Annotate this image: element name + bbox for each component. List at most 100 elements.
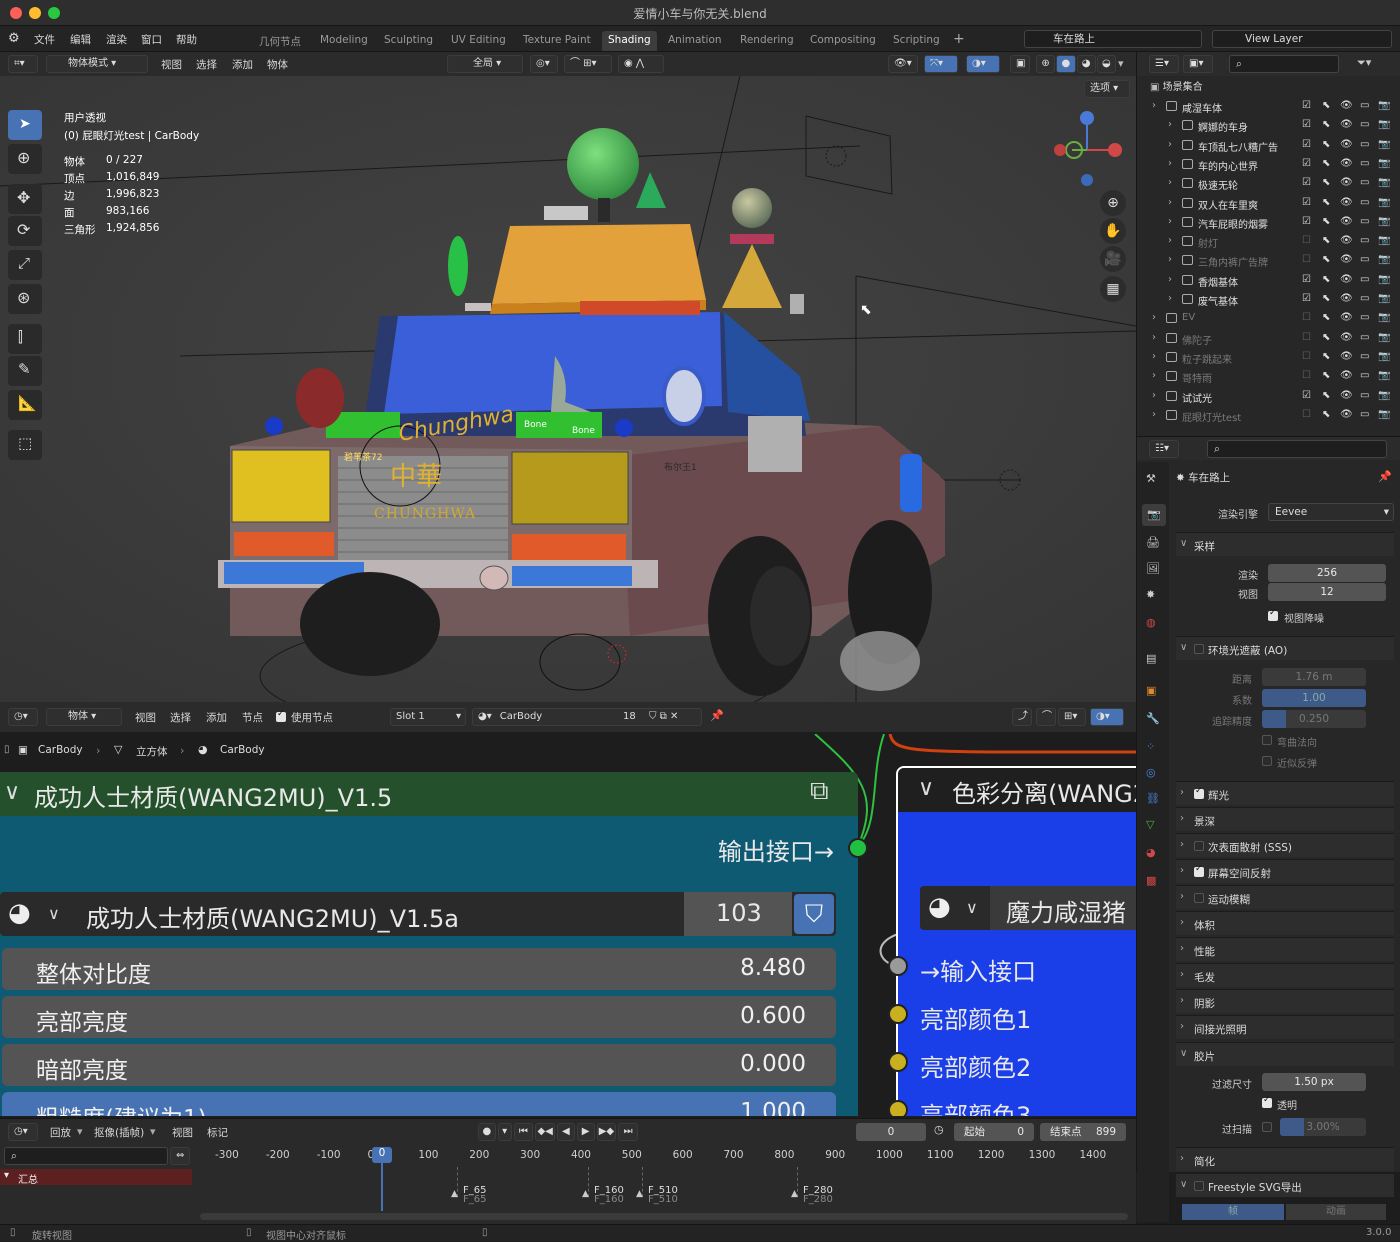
pin-node-tree-icon[interactable]: 📌 xyxy=(710,709,724,722)
outliner-item[interactable]: › 婀娜的车身 ☑ ⬉ 👁 ▭ 📷 xyxy=(1150,116,1400,135)
visibility-eye-icon[interactable]: 👁 xyxy=(1340,370,1353,381)
playhead-frame-label[interactable]: 0 xyxy=(372,1147,392,1163)
selectable-arrow-icon[interactable]: ⬉ xyxy=(1322,197,1330,208)
roughness-slider[interactable]: 粗糙度(建议为1) 1.000 xyxy=(2,1092,836,1116)
viewport-monitor-icon[interactable]: ▭ xyxy=(1360,197,1369,208)
end-frame-field[interactable]: 结束点 899 xyxy=(1040,1123,1126,1141)
add-cube-tool[interactable]: ⬚ xyxy=(8,430,42,460)
color-datablock-selector[interactable]: ◕ ∨ 魔力咸湿猪 xyxy=(920,886,1136,930)
properties-section[interactable]: › 辉光 xyxy=(1176,781,1394,805)
section-enable-checkbox[interactable] xyxy=(1194,893,1204,903)
group-datablock-selector[interactable]: ◕ ∨ 成功人士材质(WANG2MU)_V1.5a 103 ⛉ xyxy=(0,892,836,936)
expand-chevron-icon[interactable]: › xyxy=(1168,216,1172,227)
prev-keyframe-icon[interactable]: ◆◀ xyxy=(535,1123,556,1141)
visibility-eye-icon[interactable]: 👁 xyxy=(1340,351,1353,362)
jump-end-icon[interactable]: ⏭ xyxy=(618,1123,638,1141)
selectable-arrow-icon[interactable]: ⬉ xyxy=(1322,177,1330,188)
expand-chevron-icon[interactable]: › xyxy=(1168,119,1172,130)
properties-editor-type-button[interactable]: ☷▾ xyxy=(1149,440,1179,458)
viewport-menu-select[interactable]: 选择 xyxy=(196,57,217,72)
shadow-brightness-slider[interactable]: 暗部亮度 0.000 xyxy=(2,1044,836,1086)
exclude-checkbox-icon[interactable]: ☐ xyxy=(1302,235,1311,246)
visibility-eye-icon[interactable]: 👁 xyxy=(1340,177,1353,188)
current-frame-field[interactable]: 0 xyxy=(856,1123,926,1141)
data-tab-icon[interactable]: ▽ xyxy=(1146,818,1154,831)
exclude-checkbox-icon[interactable]: ☐ xyxy=(1302,370,1311,381)
wireframe-shading-button[interactable]: ⊕ xyxy=(1036,55,1056,73)
render-camera-icon[interactable]: 📷 xyxy=(1378,177,1390,188)
render-camera-icon[interactable]: 📷 xyxy=(1378,370,1390,381)
expand-chevron-icon[interactable]: › xyxy=(1168,139,1172,150)
viewport-monitor-icon[interactable]: ▭ xyxy=(1360,312,1369,323)
group-node[interactable]: ∨ 成功人士材质(WANG2MU)_V1.5 ⧉ 输出接口→ ◕ ∨ 成功人士材… xyxy=(0,772,858,1116)
expand-chevron-icon[interactable]: › xyxy=(1152,370,1156,381)
viewport-monitor-icon[interactable]: ▭ xyxy=(1360,351,1369,362)
properties-section[interactable]: › 体积 xyxy=(1176,911,1394,935)
scale-tool[interactable]: ⤢ xyxy=(8,250,42,280)
draw-tool[interactable]: ✎ xyxy=(8,356,42,386)
render-camera-icon[interactable]: 📷 xyxy=(1378,216,1390,227)
section-enable-checkbox[interactable] xyxy=(1194,864,1204,877)
exclude-checkbox-icon[interactable]: ☐ xyxy=(1302,254,1311,265)
editor-type-button[interactable]: ⌗▾ xyxy=(8,55,38,73)
expand-chevron-icon[interactable]: › xyxy=(1168,274,1172,285)
outliner-item[interactable]: › 哥特雨 ☐ ⬉ 👁 ▭ 📷 xyxy=(1150,367,1400,386)
selectable-arrow-icon[interactable]: ⬉ xyxy=(1322,312,1330,323)
node-overlay-toggle-icon[interactable]: ◑▾ xyxy=(1090,708,1124,726)
visibility-eye-icon[interactable]: 👁 xyxy=(1340,139,1353,150)
node-menu-node[interactable]: 节点 xyxy=(242,710,263,725)
expand-chevron-icon[interactable]: › xyxy=(1152,312,1156,323)
record-icon[interactable]: ● xyxy=(478,1123,496,1141)
selectable-arrow-icon[interactable]: ⬉ xyxy=(1322,293,1330,304)
outliner-search-input[interactable]: ⌕ xyxy=(1229,55,1339,73)
measure-tool[interactable]: 📐 xyxy=(8,390,42,420)
pan-hand-icon[interactable]: ✋ xyxy=(1100,218,1126,244)
material-slot-selector[interactable]: Slot 1 ▾ xyxy=(390,708,466,726)
navigation-gizmo[interactable] xyxy=(1050,108,1130,188)
render-camera-icon[interactable]: 📷 xyxy=(1378,351,1390,362)
selectable-arrow-icon[interactable]: ⬉ xyxy=(1322,139,1330,150)
transform-tool[interactable]: ⊛ xyxy=(8,284,42,314)
outliner-item[interactable]: › 废气基体 ☑ ⬉ 👁 ▭ 📷 xyxy=(1150,290,1400,309)
outliner-item[interactable]: › 汽车屁眼的烟雾 ☑ ⬉ 👁 ▭ 📷 xyxy=(1150,213,1400,232)
viewport-menu-add[interactable]: 添加 xyxy=(232,57,253,72)
visibility-eye-icon[interactable]: 👁 xyxy=(1340,197,1353,208)
ao-factor-field[interactable]: 1.00 xyxy=(1262,689,1366,707)
section-simplify[interactable]: › 简化 xyxy=(1176,1147,1394,1171)
expand-chevron-icon[interactable]: › xyxy=(1168,254,1172,265)
gizmo-toggle-button[interactable]: ⤧▾ xyxy=(924,55,958,73)
selectable-arrow-icon[interactable]: ⬉ xyxy=(1322,158,1330,169)
expand-chevron-icon[interactable]: › xyxy=(1168,235,1172,246)
tab-rendering[interactable]: Rendering xyxy=(740,34,794,46)
outliner-item[interactable]: › 极速无轮 ☑ ⬉ 👁 ▭ 📷 xyxy=(1150,174,1400,193)
render-camera-icon[interactable]: 📷 xyxy=(1378,139,1390,150)
pin-icon[interactable]: 📌 xyxy=(1378,470,1392,483)
filter-icon[interactable]: ⏷▾ xyxy=(1357,56,1371,70)
section-film[interactable]: ∨ 胶片 xyxy=(1176,1042,1394,1066)
outliner-item[interactable]: › 咸湿车体 ☑ ⬉ 👁 ▭ 📷 xyxy=(1150,97,1400,116)
selectable-arrow-icon[interactable]: ⬉ xyxy=(1322,254,1330,265)
zoom-icon[interactable]: ⊕ xyxy=(1100,190,1126,216)
expand-chevron-icon[interactable]: › xyxy=(1152,390,1156,401)
tab-sculpting[interactable]: Sculpting xyxy=(384,34,433,46)
shading-options-icon[interactable]: ▾ xyxy=(1118,57,1124,70)
exclude-checkbox-icon[interactable]: ☑ xyxy=(1302,158,1311,169)
summary-row[interactable]: ▾ 汇总 xyxy=(0,1169,192,1186)
exclude-checkbox-icon[interactable]: ☑ xyxy=(1302,139,1311,150)
ao-trace-field[interactable]: 0.250 xyxy=(1262,710,1366,728)
timeline-search-input[interactable]: ⌕ xyxy=(4,1147,168,1165)
expand-chevron-icon[interactable]: › xyxy=(1152,409,1156,420)
start-frame-field[interactable]: 起始 0 xyxy=(954,1123,1034,1141)
viewport-samples-field[interactable]: 12 xyxy=(1268,583,1386,601)
cursor-tool[interactable]: ⊕ xyxy=(8,144,42,174)
render-camera-icon[interactable]: 📷 xyxy=(1378,254,1390,265)
3d-viewport[interactable]: Chunghwa 中華 CHUNGHWA 碧苇茶72 布尔王1 Bone Bon… xyxy=(0,76,1136,702)
tab-compositing[interactable]: Compositing xyxy=(810,34,876,46)
timeline-menu-keying[interactable]: 抠像(插帧) xyxy=(94,1125,144,1140)
viewport-monitor-icon[interactable]: ▭ xyxy=(1360,390,1369,401)
tab-shading[interactable]: Shading xyxy=(602,31,657,51)
modifier-tab-icon[interactable]: 🔧 xyxy=(1146,712,1160,725)
properties-section[interactable]: › 景深 xyxy=(1176,807,1394,831)
timeline-menu-marker[interactable]: 标记 xyxy=(207,1125,228,1140)
render-camera-icon[interactable]: 📷 xyxy=(1378,197,1390,208)
